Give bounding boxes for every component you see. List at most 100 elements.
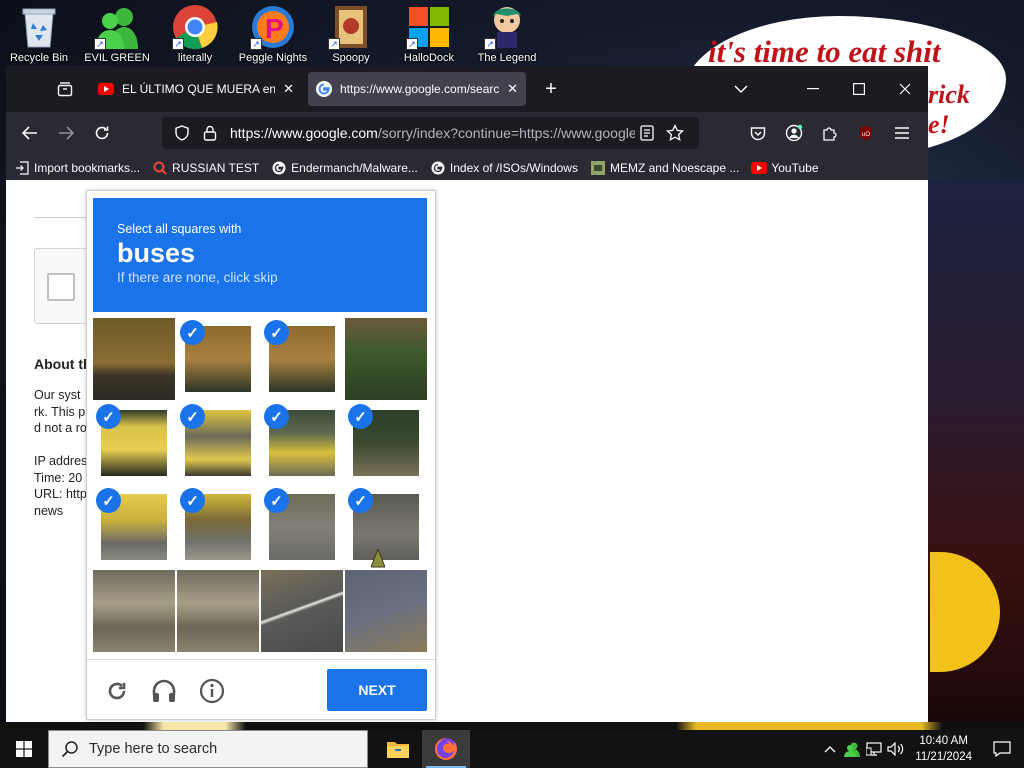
challenge-tile[interactable] xyxy=(177,570,259,652)
checkmark-icon: ✓ xyxy=(264,488,289,513)
shortcut-arrow-icon: ↗ xyxy=(484,38,496,50)
action-center-button[interactable] xyxy=(980,730,1024,768)
tab-google-search[interactable]: https://www.google.com/search ✕ xyxy=(308,72,526,106)
github-icon xyxy=(271,160,287,176)
info-button[interactable] xyxy=(197,676,227,706)
next-button[interactable]: NEXT xyxy=(327,669,427,711)
reload-challenge-button[interactable] xyxy=(102,676,132,706)
window-controls xyxy=(718,66,928,112)
reload-button[interactable] xyxy=(84,117,120,149)
bookmark-russian-test[interactable]: RUSSIAN TEST xyxy=(152,160,259,176)
desktop-icon-peggle-nights[interactable]: P ↗ Peggle Nights xyxy=(234,4,312,70)
tab-title: EL ÚLTIMO QUE MUERA en ESTA xyxy=(122,82,276,96)
checkmark-icon: ✓ xyxy=(348,488,373,513)
bookmark-endermanch-malware[interactable]: Endermanch/Malware... xyxy=(271,160,418,176)
app-menu-button[interactable] xyxy=(884,117,920,149)
challenge-tile[interactable] xyxy=(93,570,175,652)
maximize-button[interactable] xyxy=(836,66,882,112)
bookmark-youtube[interactable]: YouTube xyxy=(751,160,819,176)
bookmark-index-isos[interactable]: Index of /ISOs/Windows xyxy=(430,160,578,176)
back-button[interactable] xyxy=(12,117,48,149)
challenge-tile[interactable] xyxy=(345,570,427,652)
desktop-icon-label: Spoopy xyxy=(332,52,370,64)
footer-divider xyxy=(87,659,435,660)
pocket-button[interactable] xyxy=(740,117,776,149)
list-all-tabs-button[interactable] xyxy=(718,66,764,112)
close-window-button[interactable] xyxy=(882,66,928,112)
minimize-icon xyxy=(807,88,819,90)
chevron-down-icon xyxy=(734,85,748,93)
checkmark-icon: ✓ xyxy=(348,404,373,429)
close-tab-icon[interactable]: ✕ xyxy=(507,81,518,97)
bookmark-import[interactable]: Import bookmarks... xyxy=(14,160,140,176)
taskbar-search-box[interactable]: Type here to search xyxy=(48,730,368,768)
checkmark-icon: ✓ xyxy=(264,320,289,345)
desktop-icon-recycle-bin[interactable]: Recycle Bin xyxy=(0,4,78,70)
recaptcha-checkbox[interactable] xyxy=(47,273,75,301)
lock-icon[interactable] xyxy=(198,121,222,145)
tile-image xyxy=(345,570,427,652)
bookmark-label: Endermanch/Malware... xyxy=(291,161,418,175)
page-body-text: Our syst rk. This p d not a ro IP addres… xyxy=(34,388,88,518)
recycle-bin-icon xyxy=(16,4,62,50)
checkmark-icon: ✓ xyxy=(180,320,205,345)
tile-image xyxy=(93,570,175,652)
bookmark-star-icon[interactable] xyxy=(663,121,687,145)
close-tab-icon[interactable]: ✕ xyxy=(283,81,294,97)
firefox-window: EL ÚLTIMO QUE MUERA en ESTA ✕ https://ww… xyxy=(6,66,928,722)
forward-button[interactable] xyxy=(48,117,84,149)
desktop-icon-hallodock[interactable]: ↗ HalloDock xyxy=(390,4,468,70)
svg-text:uO: uO xyxy=(862,132,870,138)
taskbar-clock[interactable]: 10:40 AM 11/21/2024 xyxy=(907,733,980,765)
url-path: /sorry/index?continue=https://www.google xyxy=(377,125,635,141)
desktop-icon-spoopy[interactable]: ↗ Spoopy xyxy=(312,4,390,70)
page-heading: About th xyxy=(34,356,92,372)
ublock-origin-button[interactable]: uO xyxy=(848,117,884,149)
tile-image xyxy=(93,318,175,400)
checkmark-icon: ✓ xyxy=(96,404,121,429)
audio-challenge-button[interactable] xyxy=(149,676,179,706)
tab-bar: EL ÚLTIMO QUE MUERA en ESTA ✕ https://ww… xyxy=(6,66,928,112)
checkmark-icon: ✓ xyxy=(180,404,205,429)
folder-icon xyxy=(387,742,409,758)
start-button[interactable] xyxy=(0,730,48,768)
challenge-tile[interactable] xyxy=(261,570,343,652)
address-bar[interactable]: https://www.google.com/sorry/index?conti… xyxy=(162,117,699,149)
network-status-button[interactable] xyxy=(863,730,885,768)
firefox-view-button[interactable] xyxy=(46,70,84,108)
desktop-icon-label: EVIL GREEN xyxy=(84,52,150,64)
show-hidden-icons-button[interactable] xyxy=(819,730,841,768)
bookmark-label: MEMZ and Noescape ... xyxy=(609,161,740,175)
bookmark-memz[interactable]: MEMZ and Noescape ... xyxy=(590,160,739,176)
notification-icon xyxy=(993,741,1011,757)
challenge-tile[interactable] xyxy=(93,318,175,400)
reader-view-icon[interactable] xyxy=(635,121,659,145)
tracking-protection-shield-icon[interactable] xyxy=(170,121,194,145)
search-q-icon xyxy=(152,160,168,176)
shortcut-arrow-icon: ↗ xyxy=(406,38,418,50)
svg-text:P: P xyxy=(265,13,284,44)
wallpaper-caption-right: rick e! xyxy=(928,80,970,140)
chevron-up-icon xyxy=(824,746,836,753)
recaptcha-anchor xyxy=(34,248,94,324)
desktop-icon-literally[interactable]: ↗ literally xyxy=(156,4,234,70)
challenge-target-object: buses xyxy=(117,238,196,268)
taskbar-file-explorer[interactable] xyxy=(374,730,422,768)
tab-youtube[interactable]: EL ÚLTIMO QUE MUERA en ESTA ✕ xyxy=(90,72,302,106)
account-button[interactable] xyxy=(776,117,812,149)
network-icon xyxy=(866,742,882,756)
extensions-button[interactable] xyxy=(812,117,848,149)
challenge-image-grid: ✓ ✓ ✓ ✓ ✓ ✓ ✓ ✓ ✓ ✓ xyxy=(93,318,427,652)
desktop-icon-evil-green[interactable]: ↗ EVIL GREEN xyxy=(78,4,156,70)
taskbar-firefox[interactable] xyxy=(422,730,470,768)
new-tab-button[interactable]: + xyxy=(536,78,566,101)
volume-button[interactable] xyxy=(885,730,907,768)
tray-app-icon[interactable] xyxy=(841,730,863,768)
divider xyxy=(34,217,94,218)
minimize-button[interactable] xyxy=(790,66,836,112)
challenge-tile[interactable] xyxy=(345,318,427,400)
desktop-icon-label: The Legend xyxy=(477,52,537,64)
shortcut-arrow-icon: ↗ xyxy=(328,38,340,50)
desktop-icon-the-legend[interactable]: ↗ The Legend xyxy=(468,4,546,70)
bookmark-label: Import bookmarks... xyxy=(34,161,141,175)
